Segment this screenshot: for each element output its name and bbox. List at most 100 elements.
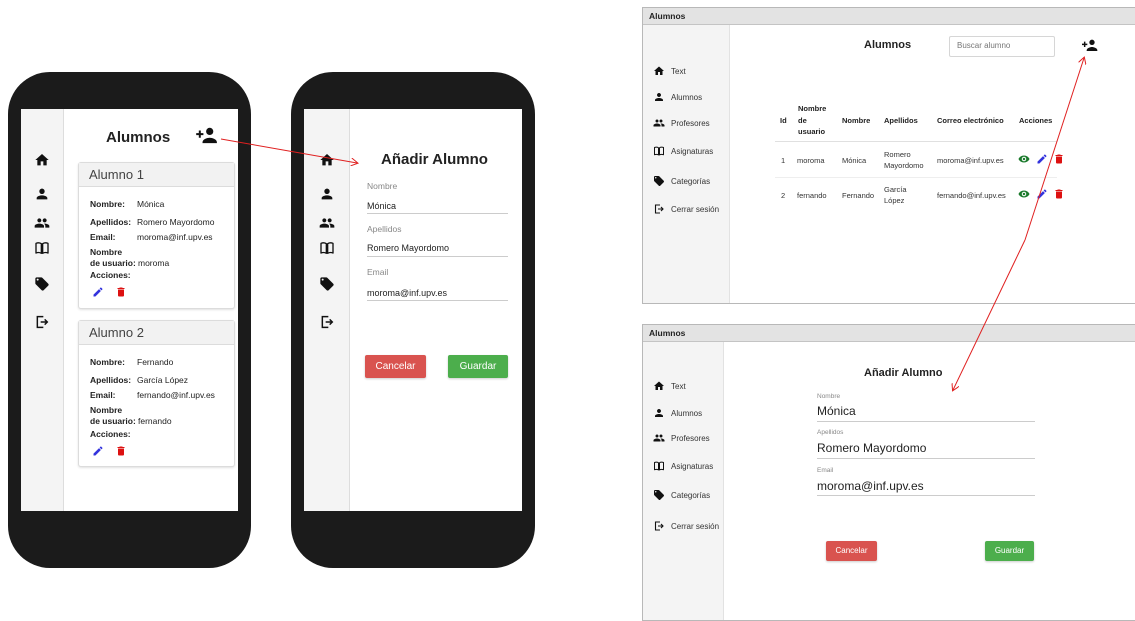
view-icon[interactable] [1018,153,1030,165]
people-icon [653,117,665,129]
cell-usuario: moroma [797,156,825,165]
add-user-icon[interactable] [196,126,218,144]
col-header-acciones: Acciones [1019,116,1053,125]
logout-icon[interactable] [34,314,50,330]
tag-icon[interactable] [34,276,50,292]
label-nombre: Nombre: [90,199,125,209]
cell-nombre: Fernando [842,191,875,200]
person-icon [653,91,665,103]
edit-icon[interactable] [1036,188,1048,200]
cell-id: 1 [781,156,786,165]
book-icon [653,145,665,157]
cell-usuario: fernando [797,191,827,200]
cell-apellidos-line2: López [884,196,905,205]
nombre-input[interactable]: Mónica [817,404,856,418]
search-input[interactable]: Buscar alumno [949,36,1055,57]
col-header-id: Id [780,116,787,125]
apellidos-input[interactable]: Romero Mayordomo [367,243,449,253]
value-nombre: Fernando [137,357,174,367]
field-label-apellidos: Apellidos [817,429,844,436]
col-header-nombre: Nombre [842,116,871,125]
value-usuario: fernando [138,416,172,426]
nombre-input[interactable]: Mónica [367,201,396,211]
label-nombre: Nombre: [90,357,125,367]
desktop-sidebar: Text Alumnos Profesores Asignaturas Cate… [643,342,724,620]
page-title: Añadir Alumno [381,151,488,168]
logout-icon [653,520,665,532]
add-user-icon[interactable] [1082,38,1098,52]
nombre-underline [367,213,508,214]
cell-correo: fernando@inf.upv.es [937,191,1006,200]
label-email: Email: [90,390,116,400]
card-header: Alumno 2 [79,321,234,345]
apellidos-underline [817,458,1035,459]
desktop-sidebar: Text Alumnos Profesores Asignaturas Cate… [643,25,730,303]
email-underline [817,495,1035,496]
value-email: moroma@inf.upv.es [137,232,213,242]
email-input[interactable]: moroma@inf.upv.es [817,479,924,493]
value-apellidos: Romero Mayordomo [137,217,215,227]
delete-icon[interactable] [1053,153,1065,165]
col-header-usuario-2: de [798,116,807,125]
book-icon[interactable] [319,240,335,256]
page-title: Añadir Alumno [864,367,943,379]
person-icon[interactable] [319,186,335,202]
person-icon[interactable] [34,186,50,202]
cell-nombre: Mónica [842,156,867,165]
mobile-sidebar [21,109,64,511]
page-title: Alumnos [106,129,171,146]
phone-add-screen: Añadir Alumno Nombre Mónica Apellidos Ro… [304,109,522,511]
field-label-email: Email [817,467,834,474]
cancel-button[interactable]: Cancelar [826,541,877,561]
col-header-correo: Correo electrónico [937,116,1004,125]
logout-icon[interactable] [319,314,335,330]
value-nombre: Mónica [137,199,165,209]
row-divider [775,177,1057,178]
home-icon [653,65,665,77]
student-card: Alumno 1 Nombre: Mónica Apellidos: Romer… [78,162,235,309]
home-icon[interactable] [319,152,335,168]
tag-icon [653,175,665,187]
label-usuario-line2: de usuario: [90,258,136,268]
delete-icon[interactable] [1053,188,1065,200]
apellidos-input[interactable]: Romero Mayordomo [817,441,926,455]
cell-correo: moroma@inf.upv.es [937,156,1004,165]
edit-icon[interactable] [92,286,104,298]
logout-icon [653,203,665,215]
book-icon[interactable] [34,240,50,256]
page-title: Alumnos [864,39,912,51]
email-input[interactable]: moroma@inf.upv.es [367,288,447,298]
people-icon[interactable] [319,215,335,231]
tag-icon[interactable] [319,276,335,292]
field-label-nombre: Nombre [367,181,398,191]
save-button[interactable]: Guardar [448,355,508,378]
label-acciones: Acciones: [90,270,131,280]
card-header: Alumno 1 [79,163,234,187]
desktop-add-window: Alumnos Text Alumnos Profesores Asignatu… [642,324,1135,621]
save-button[interactable]: Guardar [985,541,1034,561]
phone-list-mockup: Alumnos Alumno 1 Nombre: Mónica Apellido… [8,72,251,568]
person-icon [653,407,665,419]
window-title: Alumnos [643,325,1135,342]
people-icon[interactable] [34,215,50,231]
home-icon[interactable] [34,152,50,168]
label-email: Email: [90,232,116,242]
edit-icon[interactable] [92,445,104,457]
value-apellidos: García López [137,375,189,385]
nombre-underline [817,421,1035,422]
delete-icon[interactable] [115,445,127,457]
search-placeholder: Buscar alumno [957,41,1011,50]
cancel-button[interactable]: Cancelar [365,355,426,378]
tag-icon [653,489,665,501]
view-icon[interactable] [1018,188,1030,200]
delete-icon[interactable] [115,286,127,298]
phone-list-screen: Alumnos Alumno 1 Nombre: Mónica Apellido… [21,109,238,511]
apellidos-underline [367,256,508,257]
label-apellidos: Apellidos: [90,375,132,385]
student-card: Alumno 2 Nombre: Fernando Apellidos: Gar… [78,320,235,467]
cell-apellidos-line1: García [884,185,907,194]
field-label-nombre: Nombre [817,393,841,400]
edit-icon[interactable] [1036,153,1048,165]
label-acciones: Acciones: [90,429,131,439]
col-header-apellidos: Apellidos [884,116,918,125]
